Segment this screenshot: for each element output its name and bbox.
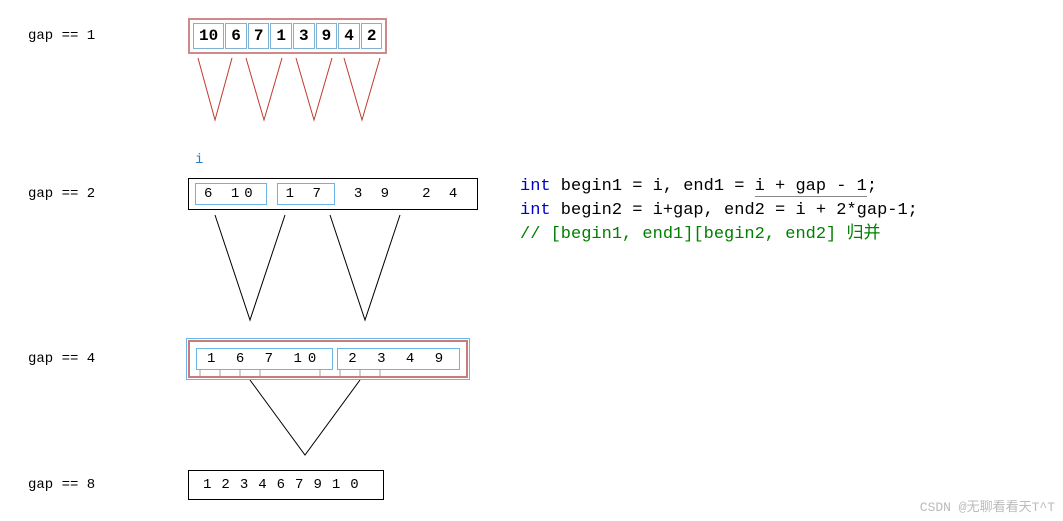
cell: 4: [338, 23, 360, 49]
merge-connectors: [0, 0, 1063, 521]
array-gap-1: 10 6 7 1 3 9 4 2: [188, 18, 387, 54]
stage-gap-4: gap == 4 1 6 7 10 2 3 4 9: [28, 340, 468, 378]
label-gap-2: gap == 2: [28, 186, 118, 202]
cell-pair: 1 7: [277, 183, 335, 205]
cell: 6: [225, 23, 247, 49]
cell: 7: [248, 23, 270, 49]
label-gap-4: gap == 4: [28, 351, 118, 367]
cell-pair: 6 10: [195, 183, 267, 205]
cell: 9: [316, 23, 338, 49]
cell-half: 2 3 4 9: [337, 348, 460, 370]
stage-gap-2: gap == 2 6 10 1 7 3 9 2 4: [28, 178, 478, 210]
cell-pair: 3 9: [345, 183, 403, 205]
array-gap-2: 6 10 1 7 3 9 2 4: [188, 178, 478, 210]
label-gap-8: gap == 8: [28, 477, 118, 493]
cell: 2: [361, 23, 383, 49]
array-gap-4: 1 6 7 10 2 3 4 9: [188, 340, 468, 378]
code-snippet: int begin1 = i, end1 = i + gap - 1; int …: [520, 175, 918, 247]
stage-gap-8: gap == 8 123467910: [28, 470, 384, 500]
cell-half: 1 6 7 10: [196, 348, 333, 370]
label-gap-1: gap == 1: [28, 28, 118, 44]
cell: 10: [193, 23, 224, 49]
pointer-label-i: i: [195, 152, 203, 168]
watermark: CSDN @无聊看看天T^T: [920, 496, 1055, 515]
cell-pair: 2 4: [413, 183, 471, 205]
stage-gap-1: gap == 1 10 6 7 1 3 9 4 2: [28, 18, 387, 54]
cell: 1: [270, 23, 292, 49]
array-gap-8: 123467910: [188, 470, 384, 500]
cell: 3: [293, 23, 315, 49]
